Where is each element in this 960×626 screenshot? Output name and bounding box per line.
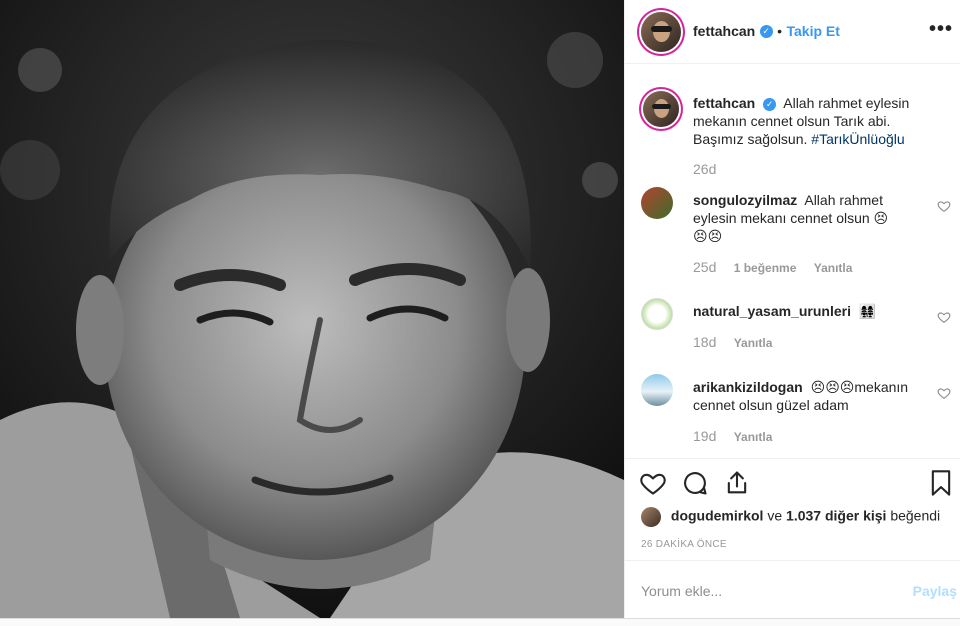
comment-time[interactable]: 25d — [693, 259, 716, 275]
post-photo[interactable] — [0, 0, 624, 618]
comment-username[interactable]: natural_yasam_urunleri — [693, 303, 851, 319]
portrait-illustration — [0, 0, 624, 618]
comment-heart-icon[interactable] — [937, 199, 951, 213]
commenter-avatar[interactable] — [641, 298, 673, 330]
post-timestamp[interactable]: 26 DAKİKA ÖNCE — [641, 539, 727, 550]
more-options-icon[interactable]: ••• — [929, 18, 953, 41]
comment-text-block: natural_yasam_urunleri 👩‍👩‍👧‍👧 — [693, 302, 923, 320]
comment-username[interactable]: songulozyilmaz — [693, 192, 797, 208]
comment-username[interactable]: arikankizildogan — [693, 379, 803, 395]
likes-suffix: beğendi — [890, 507, 941, 524]
liker-username[interactable]: dogudemirkol — [671, 508, 764, 524]
reply-button[interactable]: Yanıtla — [734, 336, 773, 350]
caption-meta: 26d — [693, 161, 716, 177]
verified-icon: ✓ — [763, 97, 777, 111]
liker-avatar[interactable] — [641, 507, 661, 527]
likes-others[interactable]: 1.037 diğer kişi — [786, 508, 886, 524]
verified-icon: ✓ — [759, 25, 773, 39]
comment-time[interactable]: 19d — [693, 428, 716, 444]
follow-button[interactable]: Takip Et — [787, 23, 840, 39]
author-avatar[interactable] — [641, 12, 681, 52]
comment-input[interactable] — [641, 581, 881, 601]
header-line: fettahcan ✓ • Takip Et — [693, 23, 840, 41]
post-actions: dogudemirkol ve 1.037 diğer kişi beğendi… — [625, 458, 960, 558]
page-bottom-edge — [0, 618, 960, 626]
comment-text-block: songulozyilmaz Allah rahmet eylesin meka… — [693, 191, 893, 245]
comment-bubble-icon[interactable] — [681, 469, 709, 497]
commenter-avatar[interactable] — [641, 374, 673, 406]
bookmark-icon[interactable] — [927, 469, 955, 497]
caption-item: fettahcan ✓ Allah rahmet eylesin mekanın… — [641, 89, 951, 189]
caption-time[interactable]: 26d — [693, 161, 716, 177]
caption-hashtag[interactable]: #TarıkÜnlüoğlu — [811, 131, 904, 147]
likes-connector: ve — [767, 507, 783, 524]
comment-text-block: arikankizildogan 😣😣😣mekanın cennet olsun… — [693, 378, 923, 414]
likes-summary: dogudemirkol ve 1.037 diğer kişi beğendi — [641, 507, 940, 527]
heart-icon[interactable] — [639, 469, 667, 497]
caption-username[interactable]: fettahcan — [693, 95, 755, 111]
caption-avatar[interactable] — [643, 91, 679, 127]
add-comment-bar: Paylaş — [625, 560, 960, 618]
comment-heart-icon[interactable] — [937, 386, 951, 400]
share-icon[interactable] — [723, 469, 751, 497]
comment-likes[interactable]: 1 beğenme — [734, 261, 797, 275]
comment-text: 👩‍👩‍👧‍👧 — [858, 303, 877, 319]
commenter-avatar[interactable] — [641, 187, 673, 219]
comment-meta: 18d Yanıtla — [693, 334, 772, 350]
comment-item: songulozyilmaz Allah rahmet eylesin meka… — [641, 187, 951, 277]
comment-item: arikankizildogan 😣😣😣mekanın cennet olsun… — [641, 374, 951, 454]
comment-item: natural_yasam_urunleri 👩‍👩‍👧‍👧 18d Yanıt… — [641, 298, 951, 358]
comments-list[interactable]: fettahcan ✓ Allah rahmet eylesin mekanın… — [625, 65, 960, 458]
caption-text-block: fettahcan ✓ Allah rahmet eylesin mekanın… — [693, 94, 923, 148]
post-side-panel: fettahcan ✓ • Takip Et ••• fettahcan ✓ A… — [624, 0, 960, 618]
comment-meta: 25d 1 beğenme Yanıtla — [693, 259, 852, 275]
reply-button[interactable]: Yanıtla — [734, 430, 773, 444]
author-username[interactable]: fettahcan — [693, 23, 755, 39]
comment-heart-icon[interactable] — [937, 310, 951, 324]
reply-button[interactable]: Yanıtla — [814, 261, 853, 275]
comment-meta: 19d Yanıtla — [693, 428, 772, 444]
comment-time[interactable]: 18d — [693, 334, 716, 350]
post-comment-button[interactable]: Paylaş — [913, 583, 957, 599]
separator-dot: • — [777, 23, 783, 39]
post-header: fettahcan ✓ • Takip Et ••• — [625, 0, 960, 64]
